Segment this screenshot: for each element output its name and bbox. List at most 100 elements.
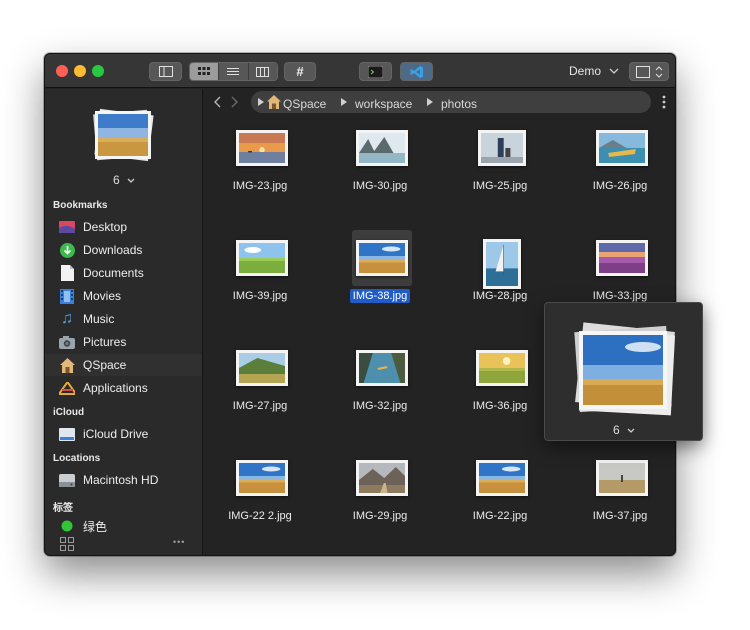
file-item[interactable]: IMG-27.jpg — [205, 336, 315, 436]
file-item[interactable]: IMG-30.jpg — [325, 116, 435, 216]
close-window-button[interactable] — [56, 65, 68, 77]
file-item[interactable]: IMG-39.jpg — [205, 226, 315, 326]
file-item[interactable]: IMG-37.jpg — [565, 446, 675, 546]
open-vscode-button[interactable] — [400, 62, 433, 81]
vscode-icon — [410, 65, 423, 78]
sidebar-item-desktop[interactable]: Desktop — [45, 216, 202, 238]
view-mode-control — [189, 62, 278, 81]
sidebar-item-downloads[interactable]: Downloads — [45, 239, 202, 261]
file-name: IMG-22 2.jpg — [228, 510, 292, 522]
sidebar-item-label: Desktop — [83, 220, 128, 234]
minimize-window-button[interactable] — [74, 65, 86, 77]
hash-icon: # — [296, 64, 304, 79]
breadcrumb-item[interactable]: QSpace — [283, 97, 326, 111]
more-options-icon[interactable]: ••• — [173, 537, 185, 547]
image-thumbnail — [476, 460, 528, 496]
panel-icon — [636, 65, 650, 78]
qspace-icon — [267, 95, 281, 109]
image-thumbnail — [476, 350, 528, 386]
list-view-button[interactable] — [219, 63, 249, 80]
image-thumbnail — [478, 130, 526, 166]
more-vertical-icon[interactable] — [662, 95, 666, 109]
sidebar-item-icloud-drive[interactable]: iCloud Drive — [45, 423, 202, 445]
path-arrow-icon — [341, 98, 347, 106]
chevron-down-icon[interactable] — [127, 178, 135, 184]
sidebar-item-macintosh-hd[interactable]: Macintosh HD — [45, 469, 202, 491]
image-thumbnail — [236, 350, 288, 386]
file-item[interactable]: IMG-28.jpg — [445, 226, 555, 326]
file-name: IMG-27.jpg — [232, 400, 288, 412]
file-item[interactable]: IMG-22.jpg — [445, 446, 555, 546]
file-item[interactable]: IMG-25.jpg — [445, 116, 555, 216]
icloud-drive-icon — [59, 426, 75, 442]
sidebar-item-label: Applications — [83, 381, 148, 395]
file-item[interactable]: IMG-26.jpg — [565, 116, 675, 216]
breadcrumb-item[interactable]: workspace — [355, 97, 412, 111]
column-view-icon — [256, 66, 270, 77]
downloads-icon — [59, 242, 75, 258]
sidebar-item-label: Pictures — [83, 335, 127, 349]
sidebar-item-pictures[interactable]: Pictures — [45, 331, 202, 353]
sidebar: 6 Bookmarks Desktop Downloads Documents … — [45, 89, 203, 555]
file-name: IMG-26.jpg — [592, 180, 648, 192]
file-name: IMG-32.jpg — [352, 400, 408, 412]
file-name: IMG-33.jpg — [592, 290, 648, 302]
wheat-field-thumbnail — [583, 335, 663, 405]
section-header-locations: Locations — [53, 453, 101, 464]
column-view-button[interactable] — [248, 63, 277, 80]
file-item[interactable]: IMG-29.jpg — [325, 446, 435, 546]
pictures-icon — [59, 334, 75, 350]
breadcrumb-item[interactable]: photos — [441, 97, 477, 111]
icon-view-button[interactable] — [190, 63, 220, 80]
sidebar-item-movies[interactable]: Movies — [45, 285, 202, 307]
section-header-icloud: iCloud — [53, 407, 85, 418]
open-terminal-button[interactable] — [359, 62, 392, 81]
file-item[interactable]: IMG-22 2.jpg — [205, 446, 315, 546]
selection-preview[interactable] — [93, 108, 154, 162]
sidebar-item-label: Movies — [83, 289, 122, 303]
sidebar-item-music[interactable]: ♫ Music — [45, 308, 202, 330]
selection-count: 6 — [113, 173, 120, 187]
file-item[interactable]: IMG-38.jpg — [325, 226, 435, 326]
image-thumbnail — [596, 240, 648, 276]
toggle-sidebar-button[interactable] — [149, 62, 182, 81]
sidebar-item-label: 绿色 — [83, 519, 108, 534]
chevron-down-icon[interactable] — [609, 68, 619, 75]
file-name: IMG-38.jpg — [325, 289, 435, 303]
panel-layout-button[interactable] — [629, 62, 669, 81]
sidebar-item-qspace[interactable]: QSpace — [45, 354, 202, 376]
sidebar-item-tag-green[interactable]: 绿色 — [45, 515, 202, 537]
hard-drive-icon — [59, 472, 75, 488]
image-thumbnail — [356, 130, 408, 166]
customize-icon[interactable] — [60, 537, 74, 551]
file-name: IMG-37.jpg — [592, 510, 648, 522]
grid-view-icon — [198, 67, 211, 75]
file-name: IMG-30.jpg — [352, 180, 408, 192]
zoom-window-button[interactable] — [92, 65, 104, 77]
profile-menu[interactable]: Demo — [569, 64, 601, 78]
list-view-icon — [227, 67, 240, 75]
layout-grid-button[interactable]: # — [284, 62, 316, 81]
qspace-icon — [59, 357, 75, 373]
image-thumbnail — [356, 240, 408, 276]
file-name: IMG-25.jpg — [472, 180, 528, 192]
documents-icon — [59, 265, 75, 281]
file-name: IMG-29.jpg — [352, 510, 408, 522]
file-item[interactable]: IMG-36.jpg — [445, 336, 555, 436]
chevron-down-icon — [627, 428, 635, 433]
green-tag-icon — [59, 518, 75, 534]
image-thumbnail — [483, 239, 521, 289]
sidebar-item-applications[interactable]: Applications — [45, 377, 202, 399]
file-item[interactable]: IMG-32.jpg — [325, 336, 435, 436]
terminal-icon — [368, 65, 383, 78]
sidebar-item-label: Macintosh HD — [83, 473, 159, 487]
sidebar-item-label: QSpace — [83, 358, 127, 372]
forward-icon[interactable] — [231, 96, 239, 108]
sidebar-item-documents[interactable]: Documents — [45, 262, 202, 284]
image-thumbnail — [596, 460, 648, 496]
sidebar-item-label: Music — [83, 312, 115, 326]
file-name: IMG-28.jpg — [472, 290, 528, 302]
back-icon[interactable] — [213, 96, 221, 108]
file-item[interactable]: IMG-23.jpg — [205, 116, 315, 216]
sidebar-item-label: iCloud Drive — [83, 427, 149, 441]
